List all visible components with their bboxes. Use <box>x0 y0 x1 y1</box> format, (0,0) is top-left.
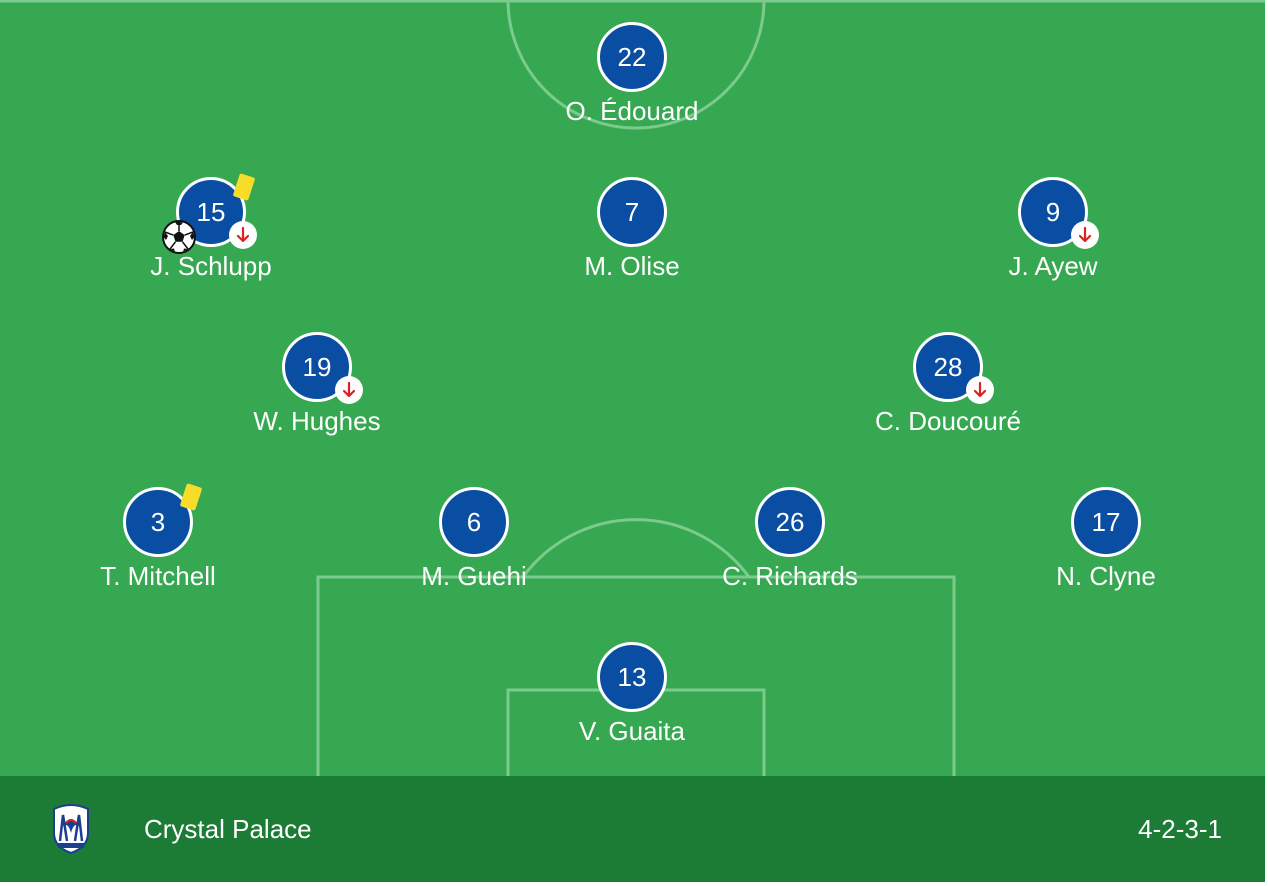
bottom-border <box>0 882 1268 886</box>
team-name: Crystal Palace <box>144 814 312 844</box>
player-name: M. Guehi <box>421 561 527 591</box>
player-marker[interactable]: 15 J. Schlupp <box>101 173 321 297</box>
player-number: 22 <box>597 22 667 92</box>
yellow-card-icon <box>179 483 203 511</box>
yellow-card-icon <box>232 173 256 201</box>
player-number: 17 <box>1071 487 1141 557</box>
player-marker[interactable]: 13 V. Guaita <box>522 642 742 762</box>
substitution-out-arrow-icon <box>335 376 363 404</box>
player-marker[interactable]: 17 N. Clyne <box>996 487 1216 607</box>
player-name: M. Olise <box>584 251 680 281</box>
player-name: W. Hughes <box>253 406 381 436</box>
player-name: N. Clyne <box>1056 561 1156 591</box>
substitution-out-arrow-icon <box>229 221 257 249</box>
player-marker[interactable]: 28 C. Doucouré <box>838 332 1058 452</box>
pitch: 22 O. Édouard 15 J. Schlupp 7 M. Olise 9 J. Aye… <box>0 0 1265 776</box>
team-footer: Crystal Palace 4-2-3-1 <box>0 776 1265 882</box>
football-goal-icon <box>161 219 197 260</box>
player-name: J. Schlupp <box>150 251 272 281</box>
player-marker[interactable]: 19 W. Hughes <box>207 332 427 452</box>
player-marker[interactable]: 22 O. Édouard <box>522 22 742 142</box>
player-marker[interactable]: 26 C. Richards <box>680 487 900 607</box>
player-name: O. Édouard <box>565 96 699 126</box>
player-number: 26 <box>755 487 825 557</box>
player-name: J. Ayew <box>1008 251 1098 281</box>
substitution-out-arrow-icon <box>966 376 994 404</box>
player-name: C. Richards <box>722 561 858 591</box>
crystal-palace-crest-icon <box>50 803 92 860</box>
player-number: 13 <box>597 642 667 712</box>
player-name: C. Doucouré <box>875 406 1021 436</box>
formation-label: 4-2-3-1 <box>1138 814 1222 844</box>
player-marker[interactable]: 3 T. Mitchell <box>48 483 268 607</box>
player-marker[interactable]: 6 M. Guehi <box>364 487 584 607</box>
player-number: 7 <box>597 177 667 247</box>
player-number: 6 <box>439 487 509 557</box>
player-marker[interactable]: 9 J. Ayew <box>943 177 1163 297</box>
player-marker[interactable]: 7 M. Olise <box>522 177 742 297</box>
player-name: V. Guaita <box>578 716 685 746</box>
player-name: T. Mitchell <box>100 561 216 591</box>
substitution-out-arrow-icon <box>1071 221 1099 249</box>
